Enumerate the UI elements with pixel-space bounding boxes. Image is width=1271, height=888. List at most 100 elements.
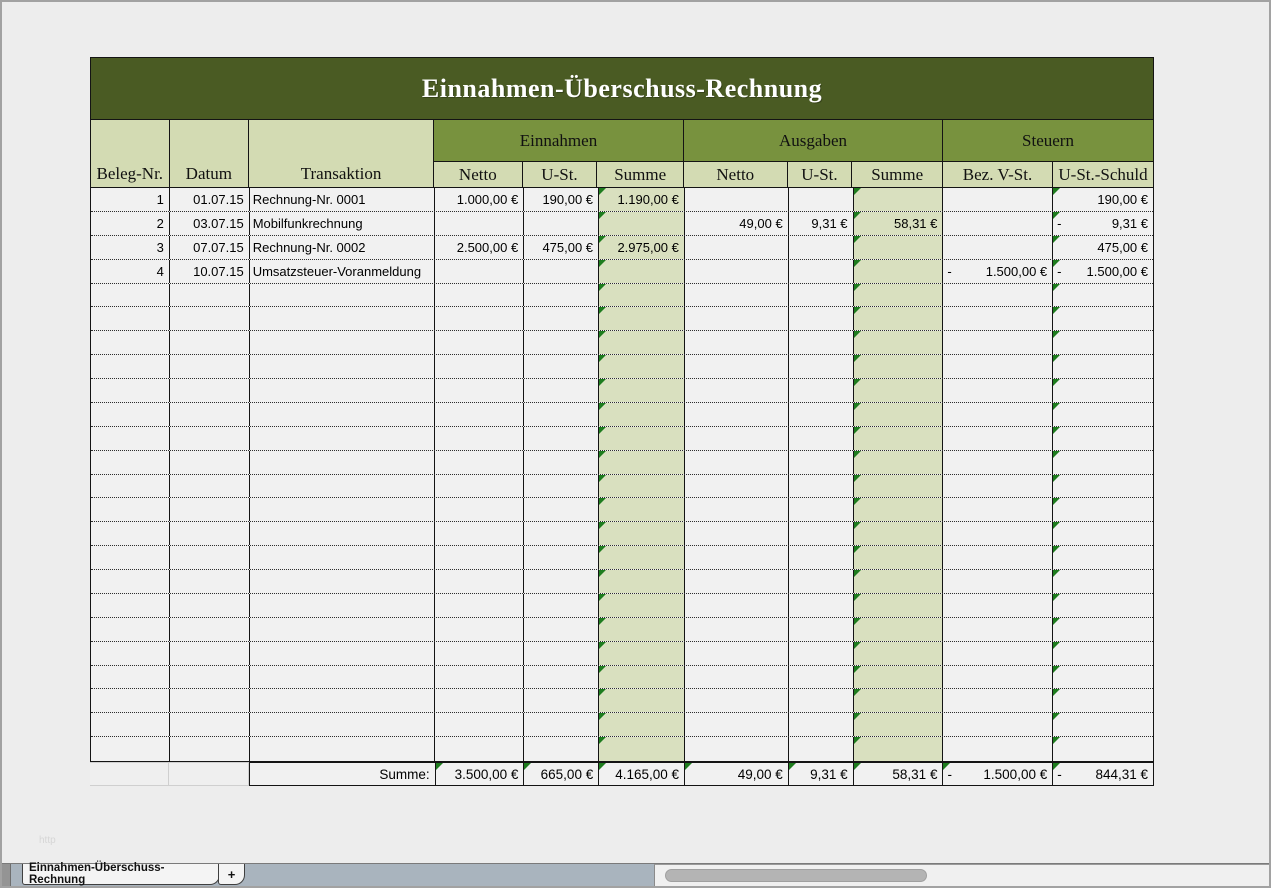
data-cell[interactable] — [1053, 355, 1153, 378]
data-cell[interactable] — [170, 427, 250, 450]
data-cell[interactable] — [524, 331, 599, 354]
data-cell[interactable] — [91, 546, 170, 569]
data-cell[interactable] — [170, 307, 250, 330]
subcol-header-ausgaben-netto[interactable]: Netto — [684, 162, 788, 187]
data-cell[interactable] — [599, 260, 685, 283]
data-cell[interactable] — [170, 475, 250, 498]
summary-label-cell[interactable]: Summe: — [250, 763, 436, 785]
data-cell[interactable] — [250, 498, 436, 521]
data-cell[interactable] — [250, 355, 436, 378]
data-cell[interactable] — [1053, 475, 1153, 498]
data-cell[interactable]: 2.975,00 € — [599, 236, 685, 259]
data-cell[interactable] — [170, 546, 250, 569]
subcol-header-ausgaben-summe[interactable]: Summe — [852, 162, 942, 187]
data-cell[interactable] — [91, 642, 170, 665]
data-cell[interactable] — [789, 379, 854, 402]
data-cell[interactable]: 475,00 € — [1053, 236, 1153, 259]
data-cell[interactable] — [943, 355, 1053, 378]
data-cell[interactable] — [170, 618, 250, 641]
data-cell[interactable]: Mobilfunkrechnung — [250, 212, 436, 235]
data-cell[interactable] — [524, 379, 599, 402]
data-cell[interactable] — [599, 284, 685, 307]
data-cell[interactable]: 190,00 € — [1053, 188, 1153, 211]
data-cell[interactable] — [435, 546, 524, 569]
data-cell[interactable] — [1053, 498, 1153, 521]
data-cell[interactable] — [685, 666, 789, 689]
data-cell[interactable] — [170, 642, 250, 665]
data-cell[interactable] — [170, 689, 250, 712]
data-cell[interactable] — [685, 546, 789, 569]
data-cell[interactable] — [943, 666, 1053, 689]
data-cell[interactable] — [685, 260, 789, 283]
summary-value-cell[interactable]: -844,31 € — [1053, 763, 1153, 785]
data-cell[interactable] — [599, 522, 685, 545]
data-cell[interactable] — [789, 689, 854, 712]
data-cell[interactable]: -1.500,00 € — [943, 260, 1053, 283]
summary-value-cell[interactable]: 58,31 € — [854, 763, 944, 785]
data-cell[interactable] — [854, 307, 944, 330]
data-cell[interactable] — [170, 737, 250, 761]
data-cell[interactable]: 2 — [91, 212, 170, 235]
data-cell[interactable] — [250, 284, 436, 307]
data-cell[interactable] — [943, 737, 1053, 761]
data-cell[interactable] — [250, 451, 436, 474]
data-cell[interactable] — [685, 737, 789, 761]
data-cell[interactable] — [599, 594, 685, 617]
data-cell[interactable] — [854, 188, 944, 211]
data-cell[interactable]: 475,00 € — [524, 236, 599, 259]
title-cell[interactable]: Einnahmen-Überschuss-Rechnung — [90, 57, 1154, 120]
data-cell[interactable] — [599, 212, 685, 235]
data-cell[interactable] — [685, 498, 789, 521]
data-cell[interactable] — [524, 212, 599, 235]
data-cell[interactable] — [789, 307, 854, 330]
data-cell[interactable]: Rechnung-Nr. 0001 — [250, 188, 436, 211]
data-cell[interactable] — [789, 642, 854, 665]
data-cell[interactable] — [854, 546, 944, 569]
column-header-transaktion[interactable]: Transaktion — [249, 120, 434, 187]
data-cell[interactable] — [789, 713, 854, 736]
data-cell[interactable] — [854, 475, 944, 498]
data-cell[interactable] — [854, 713, 944, 736]
data-cell[interactable] — [599, 475, 685, 498]
data-cell[interactable] — [250, 689, 436, 712]
data-cell[interactable] — [599, 618, 685, 641]
data-cell[interactable] — [599, 689, 685, 712]
data-cell[interactable] — [524, 689, 599, 712]
data-cell[interactable] — [435, 594, 524, 617]
data-cell[interactable] — [250, 307, 436, 330]
group-header-ausgaben[interactable]: Ausgaben — [684, 120, 942, 162]
data-cell[interactable] — [524, 403, 599, 426]
data-cell[interactable] — [685, 618, 789, 641]
data-cell[interactable] — [250, 475, 436, 498]
data-cell[interactable] — [250, 379, 436, 402]
data-cell[interactable]: -1.500,00 € — [1053, 260, 1153, 283]
summary-value-cell[interactable]: 49,00 € — [685, 763, 789, 785]
data-cell[interactable] — [250, 522, 436, 545]
data-cell[interactable] — [685, 475, 789, 498]
data-cell[interactable] — [599, 737, 685, 761]
data-cell[interactable]: 1.000,00 € — [435, 188, 524, 211]
data-cell[interactable] — [524, 307, 599, 330]
data-cell[interactable] — [524, 522, 599, 545]
data-cell[interactable] — [435, 642, 524, 665]
data-cell[interactable] — [789, 331, 854, 354]
sheet-tab-einnahmen-ueberschuss-rechnung[interactable]: Einnahmen-Überschuss-Rechnung — [22, 864, 220, 885]
data-cell[interactable] — [435, 618, 524, 641]
add-sheet-tab[interactable]: + — [218, 864, 245, 885]
data-cell[interactable] — [789, 498, 854, 521]
data-cell[interactable]: 9,31 € — [789, 212, 854, 235]
data-cell[interactable] — [91, 498, 170, 521]
data-cell[interactable] — [854, 355, 944, 378]
column-header-datum[interactable]: Datum — [170, 120, 250, 187]
data-cell[interactable] — [524, 451, 599, 474]
data-cell[interactable] — [599, 666, 685, 689]
data-cell[interactable] — [685, 451, 789, 474]
data-cell[interactable] — [524, 355, 599, 378]
summary-value-cell[interactable]: 9,31 € — [789, 763, 854, 785]
data-cell[interactable]: Rechnung-Nr. 0002 — [250, 236, 436, 259]
data-cell[interactable] — [1053, 737, 1153, 761]
data-cell[interactable] — [943, 570, 1053, 593]
data-cell[interactable] — [524, 618, 599, 641]
data-cell[interactable] — [685, 570, 789, 593]
data-cell[interactable] — [685, 427, 789, 450]
